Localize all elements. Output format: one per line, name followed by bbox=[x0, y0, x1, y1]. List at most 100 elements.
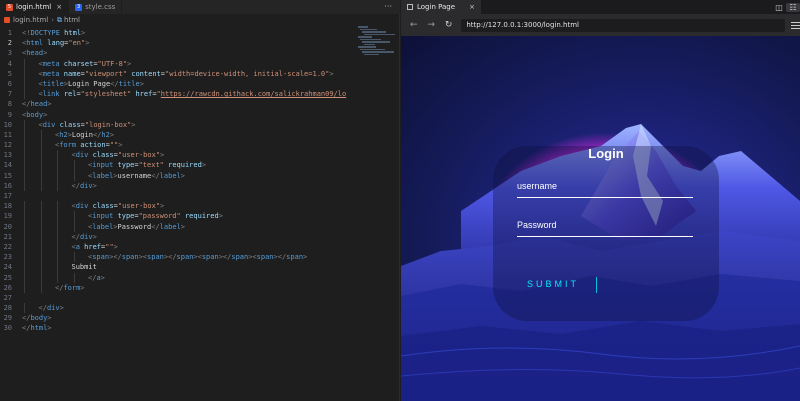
more-actions-icon[interactable]: ··· bbox=[376, 0, 400, 14]
minimap[interactable] bbox=[358, 26, 395, 66]
code-line[interactable]: 11 <h2>Login</h2> bbox=[0, 129, 356, 141]
line-number: 2 bbox=[7, 39, 12, 48]
code-line[interactable]: 4 <meta charset="UTF-8"> bbox=[0, 58, 356, 69]
code-token: class bbox=[59, 120, 81, 129]
close-icon[interactable]: × bbox=[469, 3, 475, 11]
minimap-line bbox=[362, 31, 386, 33]
code-area[interactable]: 1 <!DOCTYPE html> 2 <html lang="en"> 3 <head>… bbox=[0, 28, 356, 334]
code-text: <div class="login-box"> bbox=[22, 119, 356, 130]
code-line[interactable]: 1 <!DOCTYPE html> bbox=[0, 28, 356, 38]
code-line[interactable]: 13 <div class="user-box"> bbox=[0, 150, 356, 161]
code-token: meta bbox=[42, 59, 60, 68]
username-input[interactable] bbox=[517, 180, 693, 197]
submit-button[interactable]: SUBMIT bbox=[527, 279, 579, 289]
line-number: 12 bbox=[3, 141, 12, 150]
indent-guide bbox=[40, 201, 42, 212]
code-line[interactable]: 26 </form> bbox=[0, 282, 356, 293]
code-line[interactable]: 8 </head> bbox=[0, 99, 356, 109]
code-line[interactable]: 24 Submit bbox=[0, 262, 356, 273]
indent-guide bbox=[73, 252, 75, 263]
code-text: <meta charset="UTF-8"> bbox=[22, 58, 356, 69]
code-token: > bbox=[109, 130, 115, 139]
code-text: <div class="user-box"> bbox=[22, 201, 356, 212]
code-token: input bbox=[92, 212, 114, 221]
code-token: "text" bbox=[138, 161, 164, 170]
code-token: type bbox=[117, 161, 135, 170]
minimap-line bbox=[360, 28, 377, 30]
code-token: span bbox=[92, 253, 110, 262]
password-input[interactable] bbox=[517, 219, 693, 236]
code-line[interactable]: 25 </a> bbox=[0, 272, 356, 283]
code-text: <label>Password</label> bbox=[22, 221, 356, 232]
menu-icon[interactable] bbox=[791, 20, 800, 31]
html-file-icon bbox=[4, 17, 10, 23]
breadcrumb-node[interactable]: html bbox=[64, 16, 80, 24]
code-token: "UTF-8" bbox=[97, 59, 128, 68]
code-token: "stylesheet" bbox=[80, 90, 132, 99]
code-line[interactable]: 23 <span></span><span></span><span></span… bbox=[0, 252, 356, 263]
code-text: </head> bbox=[22, 99, 356, 109]
code-token: label bbox=[159, 171, 181, 180]
code-token: > bbox=[43, 49, 48, 58]
close-icon[interactable]: × bbox=[56, 3, 62, 11]
split-view-icon[interactable]: ◫ bbox=[772, 3, 786, 12]
code-line[interactable]: 17 bbox=[0, 191, 356, 201]
code-line[interactable]: 19 <input type="password" required> bbox=[0, 211, 356, 222]
line-number: 1 bbox=[7, 29, 12, 37]
code-line[interactable]: 10 <div class="login-box"> bbox=[0, 119, 356, 130]
code-line[interactable]: 21 </div> bbox=[0, 231, 356, 242]
code-line[interactable]: 2 <html lang="en"> bbox=[0, 38, 356, 48]
breadcrumb-file[interactable]: login.html bbox=[13, 16, 48, 24]
code-token: span bbox=[147, 253, 164, 262]
code-token: h2 bbox=[59, 130, 68, 139]
code-line[interactable]: 29 </body> bbox=[0, 313, 356, 323]
indent-guide bbox=[40, 180, 42, 191]
code-line[interactable]: 14 <input type="text" required> bbox=[0, 160, 356, 171]
reload-icon[interactable]: ↻ bbox=[440, 20, 457, 30]
tab-login-html[interactable]: 5 login.html × bbox=[0, 0, 70, 14]
line-number: 5 bbox=[7, 69, 12, 78]
code-line[interactable]: 3 <head> bbox=[0, 48, 356, 58]
code-line[interactable]: 28 </div> bbox=[0, 303, 356, 314]
indent-guide bbox=[40, 160, 42, 171]
code-line[interactable]: 6 <title>Login Page</title> bbox=[0, 78, 356, 90]
code-line[interactable]: 20 <label>Password</label> bbox=[0, 221, 356, 232]
line-number: 22 bbox=[3, 242, 12, 251]
forward-icon[interactable]: → bbox=[422, 20, 439, 30]
line-number: 10 bbox=[3, 120, 12, 129]
code-line[interactable]: 22 <a href=""> bbox=[0, 241, 356, 253]
minimap-line bbox=[362, 41, 390, 43]
code-line[interactable]: 15 <label>username</label> bbox=[0, 170, 356, 181]
code-line[interactable]: 9 <body> bbox=[0, 110, 356, 120]
tab-style-css[interactable]: 3 style.css bbox=[69, 0, 123, 14]
code-text: <title>Login Page</title> bbox=[22, 78, 356, 90]
indent-guide bbox=[40, 252, 42, 263]
code-line[interactable]: 27 bbox=[0, 293, 356, 303]
code-text: <div class="user-box"> bbox=[22, 150, 356, 161]
minimap-line bbox=[364, 53, 379, 55]
code-text: <body> bbox=[22, 110, 356, 120]
indent-guide bbox=[57, 180, 58, 191]
back-icon[interactable]: ← bbox=[405, 20, 422, 30]
code-token: > bbox=[201, 161, 207, 170]
lock-icon[interactable]: ☷ bbox=[786, 2, 800, 12]
code-token: body bbox=[26, 110, 44, 119]
browser-tools: ◫ ☷ bbox=[772, 2, 800, 12]
url-bar[interactable]: http://127.0.0.1:3000/login.html bbox=[461, 18, 786, 32]
code-line[interactable]: 18 <div class="user-box"> bbox=[0, 201, 356, 212]
browser-tab[interactable]: Login Page × bbox=[401, 0, 481, 14]
indent-guide bbox=[40, 211, 42, 222]
code-line[interactable]: 12 <form action=""> bbox=[0, 140, 356, 151]
code-token: label bbox=[92, 222, 114, 231]
page-icon bbox=[407, 4, 413, 10]
code-line[interactable]: 16 </div> bbox=[0, 180, 356, 191]
code-line[interactable]: 7 <link rel="stylesheet" href="https://ra… bbox=[0, 89, 356, 100]
tab-label: style.css bbox=[85, 3, 116, 11]
code-line[interactable]: 30 </html> bbox=[0, 323, 356, 333]
code-token: > bbox=[92, 232, 97, 241]
code-token: > bbox=[329, 69, 334, 78]
code-token: > bbox=[218, 212, 223, 221]
code-text: </div> bbox=[22, 231, 356, 242]
code-line[interactable]: 5 <meta name="viewport" content="width=de… bbox=[0, 68, 356, 79]
code-token: "viewport" bbox=[84, 69, 128, 78]
